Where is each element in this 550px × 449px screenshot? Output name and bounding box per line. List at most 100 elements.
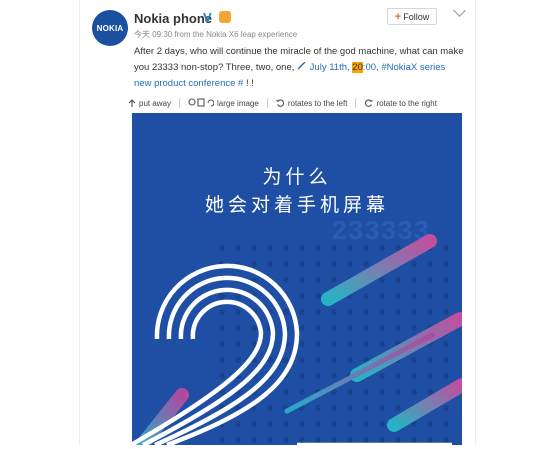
poster-dot — [331, 261, 337, 267]
poster-dot — [379, 421, 385, 427]
medal-icon — [219, 11, 231, 23]
magnify-icon — [188, 98, 215, 107]
rotate-right-button[interactable]: rotate to the right — [364, 98, 437, 108]
poster-dot — [235, 245, 241, 251]
poster-dot — [299, 421, 305, 427]
poster-dot — [315, 373, 321, 379]
poster-dot — [379, 293, 385, 299]
poster-dot — [219, 437, 225, 443]
poster-dot — [235, 421, 241, 427]
post-time[interactable]: 09:30 — [152, 30, 172, 39]
poster-dot — [331, 341, 337, 347]
poster-dot — [379, 341, 385, 347]
poster-dot — [379, 277, 385, 283]
poster-dot — [363, 341, 369, 347]
avatar[interactable]: NOKIA — [92, 10, 128, 46]
avatar-logo-text: NOKIA — [96, 23, 124, 33]
poster-dot — [363, 245, 369, 251]
poster-dot — [411, 325, 417, 331]
poster-dot — [219, 357, 225, 363]
poster-dot — [363, 437, 369, 443]
poster-line2: 她会对着手机屏幕 — [205, 194, 389, 216]
poster-dot — [251, 437, 257, 443]
poster-dot — [347, 341, 353, 347]
poster-dot — [331, 357, 337, 363]
poster-dot — [347, 405, 353, 411]
weibo-post-card: NOKIA Nokia phone V 今天 09:30 from the No… — [79, 0, 476, 445]
poster-dot — [395, 277, 401, 283]
poster-dot — [315, 341, 321, 347]
poster-dot — [363, 309, 369, 315]
poster-dot — [267, 245, 273, 251]
poster-dot — [219, 293, 225, 299]
poster-dot — [411, 277, 417, 283]
poster-graphic: 233333 为什么 她会对着手机屏幕 — [132, 113, 462, 445]
poster-dot — [235, 309, 241, 315]
poster-dot — [315, 293, 321, 299]
poster-dot — [299, 341, 305, 347]
poster-dot — [379, 437, 385, 443]
poster-dot — [363, 389, 369, 395]
poster-dot — [347, 389, 353, 395]
poster-dot — [219, 373, 225, 379]
post-end: ! ! — [245, 78, 254, 89]
post-meta: 今天 09:30 from the Nokia X6 leap experien… — [134, 29, 297, 40]
poster-dot — [251, 421, 257, 427]
follow-button[interactable]: + Follow — [387, 8, 437, 25]
poster-dot — [283, 309, 289, 315]
poster-dot — [395, 405, 401, 411]
poster-dot — [395, 309, 401, 315]
plus-icon: + — [394, 10, 402, 23]
poster-dot — [379, 325, 385, 331]
poster-dot — [347, 357, 353, 363]
poster-dot — [331, 437, 337, 443]
poster-image[interactable]: 233333 为什么 她会对着手机屏幕 — [132, 113, 462, 445]
poster-dot — [283, 277, 289, 283]
poster-dot — [283, 357, 289, 363]
put-away-button[interactable]: put away — [128, 99, 171, 108]
poster-dot — [395, 325, 401, 331]
divider — [266, 98, 268, 108]
poster-dot — [251, 261, 257, 267]
poster-dot — [219, 309, 225, 315]
poster-dot — [395, 373, 401, 379]
follow-label: Follow — [403, 11, 430, 22]
large-image-button[interactable]: large image — [188, 98, 259, 108]
rotate-left-button[interactable]: rotates to the left — [275, 98, 347, 108]
rotate-left-icon — [275, 98, 284, 107]
poster-dot — [379, 389, 385, 395]
poster-dot — [299, 357, 305, 363]
poster-dot — [443, 421, 449, 427]
poster-dot — [427, 421, 433, 427]
poster-dot — [283, 437, 289, 443]
poster-dot — [267, 421, 273, 427]
link-hour: 20 — [352, 62, 363, 73]
poster-dot — [235, 357, 241, 363]
poster-dot — [219, 245, 225, 251]
large-image-label: large image — [217, 98, 259, 108]
time-link[interactable]: July 11th, 20:00, — [297, 61, 381, 73]
poster-dot — [427, 373, 433, 379]
poster-dot — [411, 309, 417, 315]
poster-dot — [315, 357, 321, 363]
poster-dot — [315, 309, 321, 315]
collapse-icon — [128, 98, 136, 107]
poster-dot — [443, 357, 449, 363]
poster-dot — [363, 405, 369, 411]
poster-dot — [443, 293, 449, 299]
poster-dot — [219, 341, 225, 347]
poster-dot — [331, 405, 337, 411]
verified-icon: V — [203, 10, 212, 25]
poster-dot — [283, 261, 289, 267]
poster-dot — [299, 309, 305, 315]
author-name[interactable]: Nokia phone — [134, 11, 212, 26]
poster-dot — [331, 309, 337, 315]
poster-dot — [315, 421, 321, 427]
image-toolbar: put away large image rotates to the left — [128, 95, 448, 111]
poster-dot — [267, 405, 273, 411]
rotate-right-icon — [365, 98, 374, 107]
divider — [355, 98, 357, 108]
poster-dot — [379, 373, 385, 379]
chevron-down-icon[interactable] — [453, 4, 466, 17]
poster-dot — [411, 261, 417, 267]
